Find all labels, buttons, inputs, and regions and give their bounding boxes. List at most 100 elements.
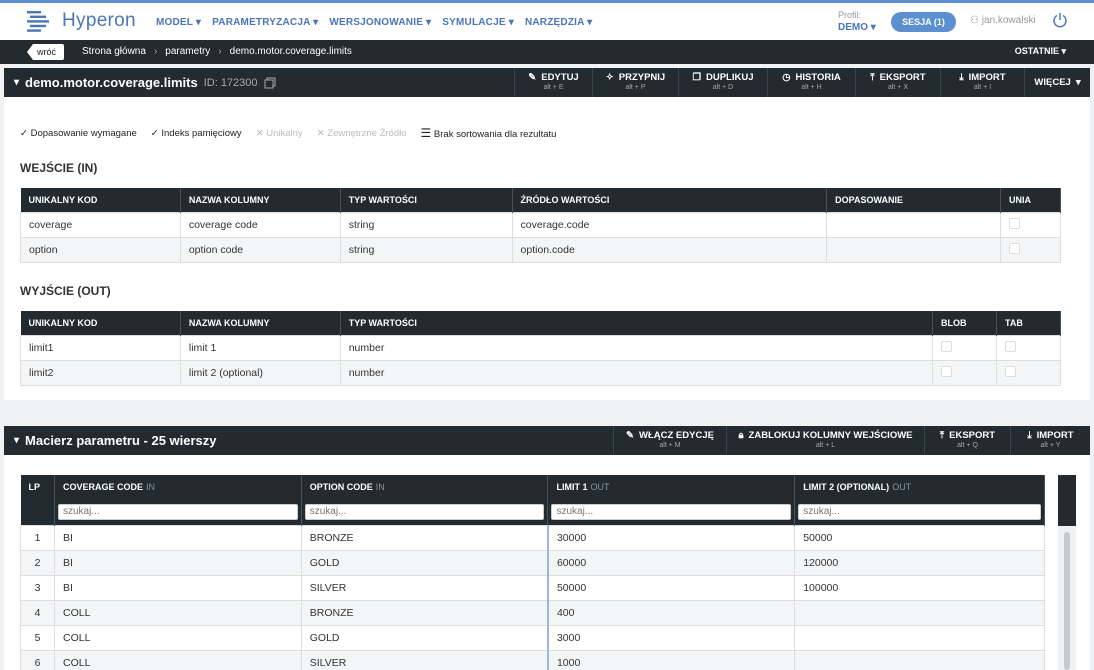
blob-checkbox[interactable] xyxy=(941,340,953,352)
parameter-header: ▾ demo.motor.coverage.limits ID: 172300 … xyxy=(4,68,1090,97)
parameter-title: ▾ demo.motor.coverage.limits ID: 172300 xyxy=(14,75,276,90)
search-limit1-input[interactable] xyxy=(551,503,792,520)
profile-label: Profil: xyxy=(838,10,862,20)
search-option-input[interactable] xyxy=(304,503,545,520)
collapse-chevron-icon[interactable]: ▾ xyxy=(14,435,19,446)
pencil-icon: ✎ xyxy=(528,72,537,83)
tab-checkbox[interactable] xyxy=(1005,365,1016,377)
table-row[interactable]: 4 COLL BRONZE 400 xyxy=(20,599,1045,626)
recent-dropdown[interactable]: OSTATNIE ▾ xyxy=(1015,46,1066,57)
input-col-union: UNIA xyxy=(1000,188,1061,212)
copy-icon: ❐ xyxy=(692,72,701,83)
user-icon: ⚇ xyxy=(970,15,979,26)
breadcrumb: Strona główna › parametry › demo.motor.c… xyxy=(82,46,352,57)
enable-edit-button[interactable]: ✎ WŁĄCZ EDYCJĘ alt + M xyxy=(613,426,726,455)
breadcrumb-parametry[interactable]: parametry xyxy=(165,46,210,57)
input-col-name: NAZWA KOLUMNY xyxy=(180,188,341,212)
output-col-code: UNIKALNY KOD xyxy=(20,311,181,335)
input-col-code: UNIKALNY KOD xyxy=(20,188,181,212)
pencil-icon: ✎ xyxy=(626,430,634,441)
download-icon: ⤓ xyxy=(1027,430,1032,441)
table-row[interactable]: 6 COLL SILVER 1000 xyxy=(20,649,1045,670)
matrix-import-button[interactable]: ⤓ IMPORT alt + Y xyxy=(1010,426,1090,455)
flag-match-required: ✓ Dopasowanie wymagane xyxy=(20,127,137,139)
import-button[interactable]: ⤓ IMPORT alt + I xyxy=(940,68,1024,97)
breadcrumb-bar: wróć Strona główna › parametry › demo.mo… xyxy=(0,40,1094,64)
parameter-panel: ▾ demo.motor.coverage.limits ID: 172300 … xyxy=(4,68,1090,400)
top-navbar: Hyperon MODEL ▾ PARAMETRYZACJA ▾ WERSJON… xyxy=(0,3,1094,40)
matrix-scrollbar-thumb[interactable] xyxy=(1064,532,1070,670)
session-button[interactable]: SESJA (1) xyxy=(891,12,956,32)
upload-icon: ⤒ xyxy=(870,72,875,83)
menu-parametryzacja[interactable]: PARAMETRYZACJA ▾ xyxy=(212,17,318,28)
breadcrumb-current: demo.motor.coverage.limits xyxy=(229,46,352,57)
menu-symulacje[interactable]: SYMULACJE ▾ xyxy=(442,17,514,28)
table-row[interactable]: 5 COLL GOLD 3000 xyxy=(20,624,1045,651)
matrix-header: ▾ Macierz parametru - 25 wierszy ✎ WŁĄCZ … xyxy=(4,426,1090,455)
main-menu: MODEL ▾ PARAMETRYZACJA ▾ WERSJONOWANIE ▾… xyxy=(156,17,592,28)
export-button[interactable]: ⤒ EKSPORT alt + X xyxy=(855,68,940,97)
table-row[interactable]: 1 BI BRONZE 30000 50000 xyxy=(20,524,1045,551)
pin-icon: ✧ xyxy=(605,72,614,83)
flag-external-source: ✕ Zewnętrzne Źródło xyxy=(316,127,407,139)
brand-name[interactable]: Hyperon xyxy=(62,10,136,32)
upload-icon: ⤒ xyxy=(939,430,945,441)
matrix-col-limit2[interactable]: LIMIT 2 (OPTIONAL) OUT xyxy=(794,475,1045,499)
hyperon-logo-icon[interactable] xyxy=(27,11,49,32)
sort-lines-icon: ☰ xyxy=(420,126,432,140)
copy-id-icon[interactable] xyxy=(264,77,276,89)
clock-icon: ◷ xyxy=(782,72,791,83)
flag-no-sorting: ☰ Brak sortowania dla rezultatu xyxy=(420,126,557,140)
flag-memory-index: ✓ Indeks pamięciowy xyxy=(150,127,242,139)
more-button[interactable]: WIĘCEJ ▾ xyxy=(1024,68,1090,97)
output-table: UNIKALNY KOD NAZWA KOLUMNY TYP WARTOŚCI … xyxy=(20,311,1061,386)
profile-selector[interactable]: Profil: DEMO ▾ xyxy=(838,10,876,33)
matrix-col-lp[interactable]: LP xyxy=(20,475,55,499)
table-row: coverage coverage code string coverage.c… xyxy=(20,211,1061,238)
output-section-title: WYJŚCIE (OUT) xyxy=(20,284,111,298)
matrix-col-coverage[interactable]: COVERAGE CODE IN xyxy=(54,475,302,499)
menu-wersjonowanie[interactable]: WERSJONOWANIE ▾ xyxy=(329,17,431,28)
pin-button[interactable]: ✧ PRZYPNIJ alt + P xyxy=(592,68,678,97)
input-table: UNIKALNY KOD NAZWA KOLUMNY TYP WARTOŚCI … xyxy=(20,188,1061,263)
output-col-type: TYP WARTOŚCI xyxy=(340,311,934,335)
table-row: option option code string option.code xyxy=(20,236,1061,263)
output-col-blob: BLOB xyxy=(932,311,997,335)
input-section-title: WEJŚCIE (IN) xyxy=(20,161,98,175)
download-icon: ⤓ xyxy=(959,72,964,83)
breadcrumb-home[interactable]: Strona główna xyxy=(82,46,146,57)
flag-unique: ✕ Unikalny xyxy=(255,127,303,139)
chevron-right-icon: › xyxy=(218,46,222,57)
power-logout-icon[interactable] xyxy=(1052,12,1068,28)
output-col-tab: TAB xyxy=(996,311,1061,335)
matrix-col-limit1[interactable]: LIMIT 1 OUT xyxy=(547,475,796,499)
parameter-flags: ✓ Dopasowanie wymagane ✓ Indeks pamięcio… xyxy=(20,126,556,140)
edit-button[interactable]: ✎ EDYTUJ alt + E xyxy=(514,68,592,97)
lock-input-columns-button[interactable]: 🔒︎ ZABLOKUJ KOLUMNY WEJŚCIOWE alt + L xyxy=(726,426,924,455)
tab-checkbox[interactable] xyxy=(1005,340,1016,352)
matrix-export-button[interactable]: ⤒ EKSPORT alt + Q xyxy=(924,426,1010,455)
blob-checkbox[interactable] xyxy=(941,365,953,377)
input-col-source: ŹRÓDŁO WARTOŚCI xyxy=(512,188,828,212)
history-button[interactable]: ◷ HISTORIA alt + H xyxy=(767,68,855,97)
back-button[interactable]: wróć xyxy=(27,44,65,60)
matrix-col-option[interactable]: OPTION CODE IN xyxy=(301,475,549,499)
union-checkbox[interactable] xyxy=(1009,242,1021,254)
chevron-right-icon: › xyxy=(153,46,158,57)
search-limit2-input[interactable] xyxy=(798,503,1041,520)
table-row[interactable]: 2 BI GOLD 60000 120000 xyxy=(20,549,1045,576)
table-row: limit2 limit 2 (optional) number xyxy=(20,359,1061,386)
table-row[interactable]: 3 BI SILVER 50000 100000 xyxy=(20,574,1045,601)
table-row: limit1 limit 1 number xyxy=(20,334,1061,361)
collapse-chevron-icon[interactable]: ▾ xyxy=(14,77,19,88)
menu-model[interactable]: MODEL ▾ xyxy=(156,17,201,28)
matrix-table: LP COVERAGE CODE IN OPTION CODE IN LIMIT 1… xyxy=(20,475,1045,670)
matrix-title: ▾ Macierz parametru - 25 wierszy xyxy=(14,433,217,448)
search-coverage-input[interactable] xyxy=(57,503,298,520)
input-col-matching: DOPASOWANIE xyxy=(826,188,1002,212)
union-checkbox[interactable] xyxy=(1009,217,1021,229)
duplicate-button[interactable]: ❐ DUPLIKUJ alt + D xyxy=(678,68,767,97)
user-menu[interactable]: ⚇ jan.kowalski xyxy=(970,15,1036,26)
menu-narzedzia[interactable]: NARZĘDZIA ▾ xyxy=(525,17,592,28)
parameter-id: ID: 172300 xyxy=(203,76,258,89)
